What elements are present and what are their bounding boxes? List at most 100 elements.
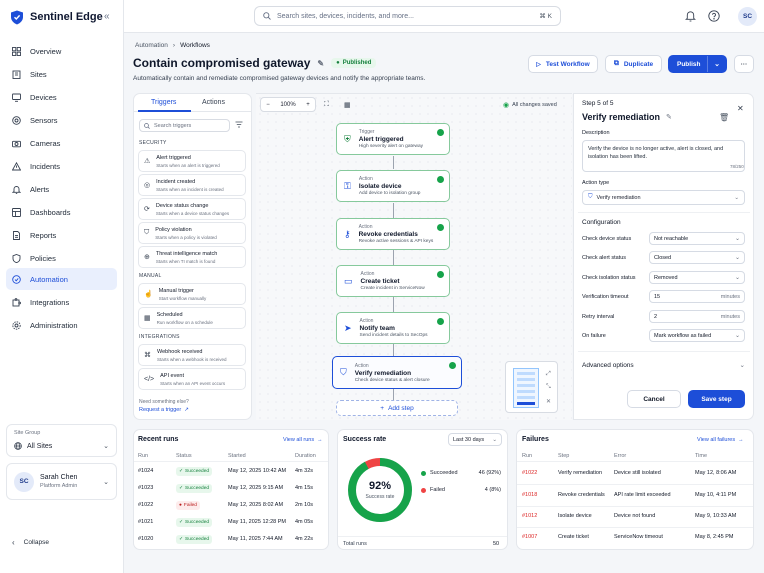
publish-dropdown-chevron-icon[interactable]: ⌄: [707, 56, 726, 72]
edit-pencil-icon[interactable]: ✎: [666, 113, 672, 121]
sidebar-item-devices[interactable]: Devices: [6, 87, 117, 108]
check-alert-status-select[interactable]: Closed ⌄: [649, 251, 745, 264]
sidebar-item-sensors[interactable]: Sensors: [6, 110, 117, 131]
view-all-runs-link[interactable]: View all runs →: [283, 437, 323, 443]
failure-run-id[interactable]: #1012: [522, 513, 537, 519]
retry-interval-input[interactable]: 2 minutes: [649, 310, 745, 323]
more-options-button[interactable]: ···: [734, 55, 754, 73]
trigger-incident-created[interactable]: ◎ Incident created Starts when an inciden…: [138, 174, 246, 196]
sidebar-item-label: Policies: [30, 254, 56, 263]
sidebar-item-integrations[interactable]: Integrations: [6, 292, 117, 313]
request-trigger-link[interactable]: Request a trigger ↗: [139, 407, 189, 413]
minimap-zoom-in-icon[interactable]: ⤢: [546, 371, 551, 378]
cancel-button[interactable]: Cancel: [627, 390, 681, 408]
sidebar-item-dashboards[interactable]: Dashboards: [6, 202, 117, 223]
advanced-options-toggle[interactable]: Advanced options ⌄: [582, 361, 745, 370]
trigger-policy-violation[interactable]: ⛉ Policy violation Starts when a policy i…: [138, 222, 246, 244]
sidebar-item-policies[interactable]: Policies: [6, 248, 117, 269]
breadcrumb-workflows[interactable]: Workflows: [180, 42, 210, 49]
failure-error: ServiceNow timeout: [614, 534, 663, 540]
collapse-sidebar-icon[interactable]: «: [104, 11, 110, 22]
sidebar-item-reports[interactable]: Reports: [6, 225, 117, 246]
trash-icon[interactable]: 🗑: [719, 113, 729, 122]
search-input[interactable]: Search sites, devices, incidents, and mo…: [277, 13, 414, 20]
fit-screen-icon[interactable]: ⛶: [324, 101, 329, 109]
user-role: Platform Admin: [40, 483, 78, 489]
filter-icon[interactable]: [235, 121, 243, 128]
failure-run-id[interactable]: #1007: [522, 534, 537, 540]
chevron-left-icon: ‹: [12, 538, 15, 547]
failure-run-id[interactable]: #1022: [522, 470, 537, 476]
sidebar-item-sites[interactable]: Sites: [6, 64, 117, 85]
trigger-scheduled[interactable]: ▦ Scheduled Run workflow on a schedule: [138, 307, 246, 329]
help-icon[interactable]: [708, 10, 720, 22]
top-avatar[interactable]: SC: [738, 7, 757, 26]
breadcrumb-automation[interactable]: Automation: [135, 42, 168, 49]
trigger-alert-triggered[interactable]: ⚠ Alert triggered Starts when an alert is…: [138, 150, 246, 172]
test-workflow-button[interactable]: ▷ Test Workflow: [528, 55, 598, 73]
notifications-bell-icon[interactable]: [685, 10, 696, 22]
table-row[interactable]: #1018 Revoke credentials API rate limit …: [517, 488, 753, 503]
sidebar-item-alerts[interactable]: Alerts: [6, 179, 117, 200]
description-textarea[interactable]: Verify the device is no longer active, a…: [582, 140, 745, 172]
workflow-node-trigger[interactable]: ⛨ Trigger Alert triggered High severity al…: [336, 123, 450, 155]
table-row[interactable]: #1007 Create ticket ServiceNow timeout M…: [517, 530, 753, 545]
save-step-button[interactable]: Save step: [688, 390, 745, 408]
status-pill-label: Succeeded: [185, 520, 210, 525]
close-icon[interactable]: ✕: [737, 104, 744, 113]
tab-actions[interactable]: Actions: [202, 99, 225, 106]
duplicate-button[interactable]: ⧉ Duplicate: [605, 55, 662, 73]
site-group-selector[interactable]: Site Group All Sites ⌄: [6, 424, 117, 457]
table-row[interactable]: #1020 ✓ Succeeded May 11, 2025 7:44 AM 4m…: [134, 532, 328, 547]
trigger-search-input[interactable]: Search triggers: [154, 123, 191, 129]
zoom-in-button[interactable]: +: [306, 102, 310, 108]
trigger-threat-intelligence[interactable]: ⊕ Threat intelligence match Starts when T…: [138, 246, 246, 268]
view-all-failures-link[interactable]: View all failures →: [697, 437, 744, 443]
workflow-node-isolate[interactable]: ⚿ Action Isolate device Add device to isol…: [336, 170, 450, 202]
action-type-select[interactable]: ⛉ Verify remediation ⌄: [582, 190, 745, 205]
publish-button[interactable]: Publish ⌄: [668, 55, 727, 73]
trigger-device-status-change[interactable]: ⟳ Device status change Starts when a devi…: [138, 198, 246, 220]
workflow-node-ticket[interactable]: ▭ Action Create ticket Create incident in …: [336, 265, 450, 297]
user-menu[interactable]: SC Sarah Chen Platform Admin ⌄: [6, 463, 117, 500]
workflow-node-revoke[interactable]: ⚷ Action Revoke credentials Revoke active …: [336, 218, 450, 250]
sidebar-item-administration[interactable]: Administration: [6, 315, 117, 336]
trigger-manual[interactable]: ☝ Manual trigger Start workflow manually: [138, 283, 246, 305]
workflow-node-notify[interactable]: ➤ Action Notify team Send incident details…: [336, 312, 450, 344]
table-row[interactable]: #1021 ✓ Succeeded May 11, 2025 12:28 PM 4…: [134, 515, 328, 530]
sidebar-item-cameras[interactable]: Cameras: [6, 133, 117, 154]
check-device-status-select[interactable]: Not reachable ⌄: [649, 232, 745, 245]
table-row[interactable]: #1024 ✓ Succeeded May 12, 2025 10:42 AM 4…: [134, 464, 328, 479]
workflow-canvas[interactable]: − 100% + ⛶ ▦ ◉ All changes saved ⛨ Trigg…: [256, 93, 572, 420]
grid-view-icon[interactable]: ▦: [344, 101, 351, 109]
add-step-button[interactable]: + Add step: [336, 400, 458, 416]
verification-timeout-input[interactable]: 15 minutes: [649, 290, 745, 303]
table-row[interactable]: #1022 Verify remediation Device still is…: [517, 466, 753, 481]
minimap[interactable]: ⤢ ⤡ ✕: [505, 361, 558, 413]
global-search[interactable]: Search sites, devices, incidents, and mo…: [254, 6, 561, 26]
table-row[interactable]: #1022 ● Failed May 12, 2025 8:02 AM 2m 10…: [134, 498, 328, 513]
trigger-api-event[interactable]: </> API event Starts when an API event oc…: [138, 368, 246, 390]
trigger-search[interactable]: Search triggers: [139, 119, 230, 132]
failure-run-id[interactable]: #1018: [522, 492, 537, 498]
on-failure-select[interactable]: Mark workflow as failed ⌄: [649, 329, 745, 342]
table-row[interactable]: #1023 ✓ Succeeded May 12, 2025 9:15 AM 4m…: [134, 481, 328, 496]
minimap-fit-icon[interactable]: ⤡: [546, 384, 551, 391]
trigger-webhook[interactable]: ⌘ Webhook received Starts when a webhook …: [138, 344, 246, 366]
workflow-node-verify[interactable]: ⛉ Action Verify remediation Check device s…: [332, 356, 462, 389]
sidebar-item-overview[interactable]: Overview: [6, 41, 117, 62]
edit-pencil-icon[interactable]: ✎: [317, 59, 324, 68]
minimap-close-icon[interactable]: ✕: [546, 398, 551, 405]
collapse-button[interactable]: ‹ Collapse: [6, 532, 117, 553]
tab-triggers[interactable]: Triggers: [151, 99, 176, 106]
date-range-select[interactable]: Last 30 days ⌄: [448, 433, 502, 446]
status-pill-label: Succeeded: [185, 537, 210, 542]
table-row[interactable]: #1012 Isolate device Device not found Ma…: [517, 509, 753, 524]
zoom-out-button[interactable]: −: [266, 102, 270, 108]
sidebar-item-label: Incidents: [30, 162, 61, 171]
brand[interactable]: Sentinel Edge: [10, 9, 103, 25]
check-isolation-status-select[interactable]: Removed ⌄: [649, 271, 745, 284]
sidebar-item-label: Administration: [30, 321, 78, 330]
sidebar-item-automation[interactable]: Automation: [6, 268, 117, 290]
sidebar-item-incidents[interactable]: Incidents: [6, 156, 117, 177]
